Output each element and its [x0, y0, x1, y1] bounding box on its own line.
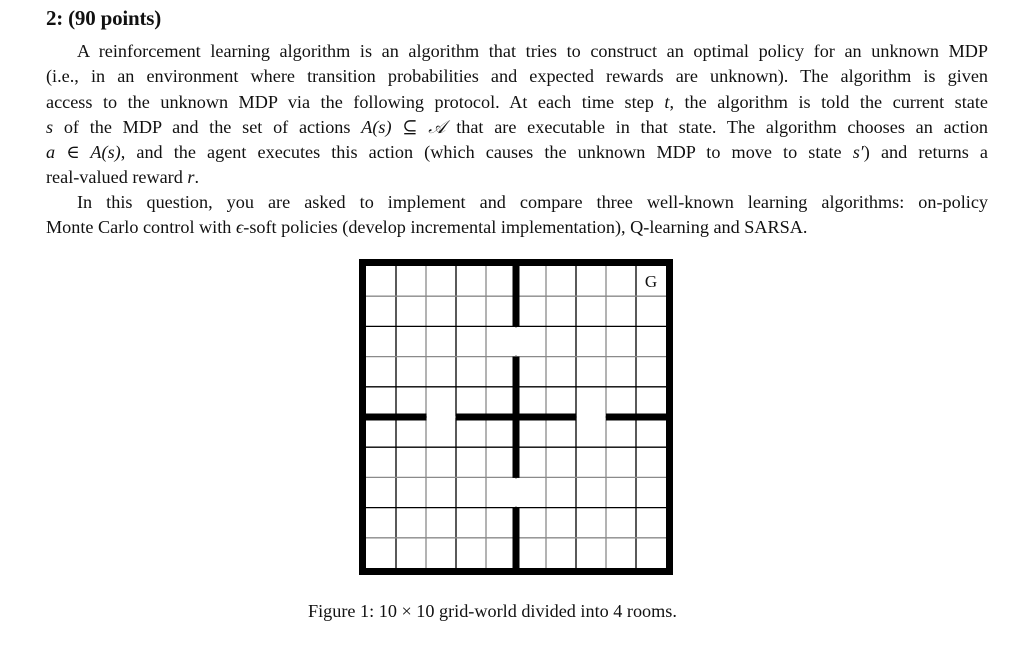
wall-segment: [512, 266, 520, 297]
wall-segment: [396, 413, 427, 421]
wall-segment: [512, 386, 520, 418]
wall-segment: [456, 413, 487, 421]
paragraph-line: In this question, you are asked to imple…: [77, 192, 988, 212]
math-expression: a ∈ A(s): [46, 142, 121, 163]
wall-segment: [486, 413, 517, 421]
gridworld-figure: G: [359, 259, 673, 575]
wall-segment: [512, 507, 520, 539]
math-expression: s′: [852, 142, 864, 163]
wall-segment: [546, 413, 577, 421]
paragraph-line: a ∈ A(s), and the agent executes this ac…: [46, 142, 988, 163]
math-expression: ϵ: [235, 217, 244, 238]
math-expression: r: [187, 167, 195, 188]
math-expression: t: [664, 91, 670, 112]
wall-segment: [516, 413, 547, 421]
paragraph-line: s of the MDP and the set of actions A(s)…: [46, 116, 989, 137]
math-expression: s: [46, 116, 54, 137]
goal-label: G: [645, 272, 657, 291]
paragraph-line: access to the unknown MDP via the follow…: [46, 91, 988, 112]
wall-segment: [512, 296, 520, 327]
gridworld-diagram: G: [359, 259, 673, 575]
paragraph-protocol: A reinforcement learning algorithm is an…: [46, 39, 988, 191]
wall-segment: [606, 413, 637, 421]
paragraph-line: (i.e., in an environment where transitio…: [46, 66, 988, 87]
doorway-opening: [487, 327, 545, 356]
wall-segment: [366, 413, 397, 421]
paragraph-line: real-valued reward r.: [46, 167, 199, 188]
paragraph-line: Monte Carlo control with ϵ-soft policies…: [46, 217, 808, 238]
math-expression: A(s) ⊆ 𝒜: [361, 116, 446, 137]
wall-segment: [636, 413, 667, 421]
doorway-opening: [487, 478, 545, 507]
paragraph-task: In this question, you are asked to imple…: [46, 190, 988, 241]
wall-segment: [512, 417, 520, 448]
paragraph-line: A reinforcement learning algorithm is an…: [77, 41, 988, 61]
doorway-opening: [577, 387, 605, 447]
problem-heading: 2: (90 points): [46, 6, 162, 30]
wall-segment: [512, 537, 520, 569]
figure-caption: Figure 1: 10 × 10 grid-world divided int…: [308, 601, 677, 621]
doorway-opening: [427, 387, 455, 447]
wall-segment: [512, 447, 520, 478]
wall-segment: [512, 356, 520, 388]
